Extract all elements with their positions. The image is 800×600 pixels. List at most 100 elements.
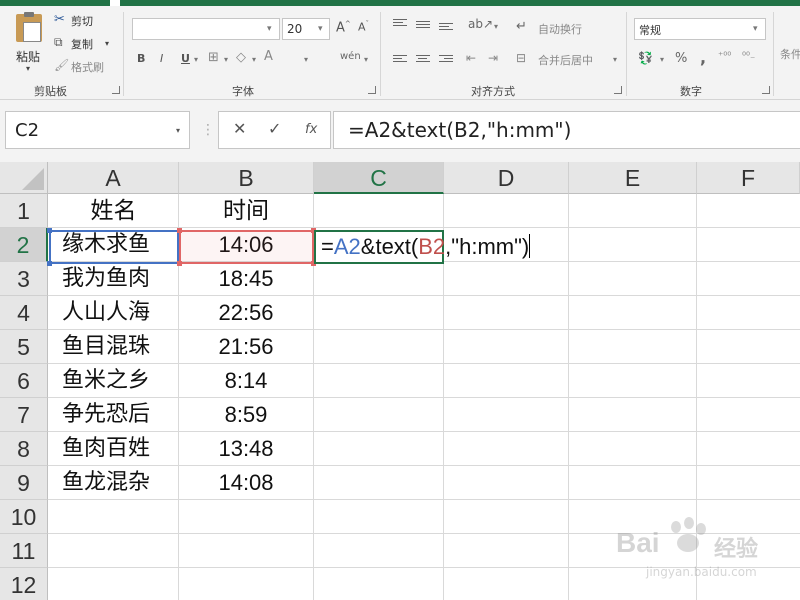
comma-style-button[interactable]: , [700, 48, 706, 67]
row-header-10[interactable]: 10 [0, 500, 48, 534]
cell-b6[interactable]: 8:14 [179, 364, 313, 398]
row-header-1[interactable]: 1 [0, 194, 48, 228]
column-header-f[interactable]: F [697, 162, 800, 194]
cell-b4[interactable]: 22:56 [179, 296, 313, 330]
align-middle-icon[interactable] [416, 21, 430, 31]
row-header-6[interactable]: 6 [0, 364, 48, 398]
row-header-8[interactable]: 8 [0, 432, 48, 466]
insert-function-icon[interactable]: fx [305, 123, 317, 136]
reference-handle[interactable] [47, 261, 52, 266]
column-header-d[interactable]: D [444, 162, 569, 194]
enter-icon[interactable]: ✓ [268, 121, 281, 137]
font-dialog-launcher[interactable] [368, 86, 376, 94]
cancel-icon[interactable]: ✕ [233, 121, 246, 137]
fill-color-dropdown-icon[interactable]: ▾ [252, 56, 256, 64]
cell-a6[interactable]: 鱼米之乡 [49, 364, 178, 398]
alignment-dialog-launcher[interactable] [614, 86, 622, 94]
row-header-11[interactable]: 11 [0, 534, 48, 568]
align-top-icon[interactable] [393, 19, 407, 29]
font-size-select[interactable]: 20 ▾ [282, 18, 330, 40]
font-name-select[interactable]: ▾ [132, 18, 280, 40]
clipboard-dialog-launcher[interactable] [112, 86, 120, 94]
phonetic-guide-icon[interactable]: wén [340, 52, 361, 62]
orientation-icon[interactable]: ab↗ [468, 18, 493, 30]
wrap-text-icon: ↵ [516, 19, 527, 34]
bold-button[interactable]: B [137, 52, 145, 65]
accounting-dropdown-icon[interactable]: ▾ [660, 56, 664, 64]
cell-a9[interactable]: 鱼龙混杂 [49, 466, 178, 500]
row-header-12[interactable]: 12 [0, 568, 48, 600]
fill-color-icon[interactable]: ◇ [236, 51, 246, 64]
copy-button[interactable]: ⧉ 复制 ▾ [54, 35, 114, 51]
wrap-text-button[interactable]: ↵ 自动换行 [516, 20, 611, 36]
orientation-dropdown-icon[interactable]: ▾ [494, 23, 498, 31]
align-bottom-icon[interactable] [439, 23, 453, 33]
row-header-7[interactable]: 7 [0, 398, 48, 432]
borders-dropdown-icon[interactable]: ▾ [224, 56, 228, 64]
text-caret [529, 234, 531, 258]
borders-icon[interactable]: ⊞ [208, 51, 219, 64]
reference-handle[interactable] [177, 228, 182, 233]
number-dialog-launcher[interactable] [762, 86, 770, 94]
font-color-dropdown-icon[interactable]: ▾ [304, 56, 308, 64]
paste-dropdown-icon[interactable]: ▾ [26, 65, 30, 73]
column-header-b[interactable]: B [179, 162, 314, 194]
cell-b9[interactable]: 14:08 [179, 466, 313, 500]
row-header-3[interactable]: 3 [0, 262, 48, 296]
cell-b7[interactable]: 8:59 [179, 398, 313, 432]
paste-button[interactable]: 粘贴 ▾ [8, 10, 50, 74]
font-color-icon[interactable]: A [264, 50, 273, 63]
name-box-dropdown-icon[interactable]: ▾ [176, 126, 180, 135]
row-header-9[interactable]: 9 [0, 466, 48, 500]
copy-dropdown-icon[interactable]: ▾ [105, 40, 109, 48]
column-header-e[interactable]: E [569, 162, 697, 194]
reference-handle[interactable] [47, 228, 52, 233]
row-header-2[interactable]: 2 [0, 228, 48, 262]
column-header-a[interactable]: A [48, 162, 179, 194]
conditional-formatting-button[interactable]: 条件 [780, 46, 800, 62]
accounting-format-icon[interactable]: 💱 [638, 52, 653, 64]
decrease-font-size-icon[interactable]: Aˇ [358, 21, 369, 33]
reference-handle[interactable] [177, 261, 182, 266]
merge-dropdown-icon[interactable]: ▾ [613, 56, 617, 64]
cell-a5[interactable]: 鱼目混珠 [49, 330, 178, 364]
row-header-5[interactable]: 5 [0, 330, 48, 364]
phonetic-dropdown-icon[interactable]: ▾ [364, 56, 368, 64]
decrease-indent-icon[interactable]: ⇤ [466, 52, 476, 64]
increase-decimal-icon[interactable]: ⁺⁰⁰ [718, 52, 731, 62]
decrease-decimal-icon[interactable]: ⁰⁰₋ [742, 52, 755, 62]
cell-a1[interactable]: 姓名 [49, 194, 178, 228]
select-all-button[interactable] [0, 162, 48, 194]
merge-center-button[interactable]: ⊟ 合并后居中 ▾ [516, 51, 626, 67]
align-left-icon[interactable] [393, 55, 407, 65]
cell-b5[interactable]: 21:56 [179, 330, 313, 364]
cell-b8[interactable]: 13:48 [179, 432, 313, 466]
format-painter-button[interactable]: 🖌 格式刷 [54, 58, 114, 74]
row-header-4[interactable]: 4 [0, 296, 48, 330]
cell-c2-editor[interactable]: =A2&text(B2,"h:mm") [314, 230, 531, 264]
underline-dropdown-icon[interactable]: ▾ [194, 56, 198, 64]
cell-a3[interactable]: 我为鱼肉 [49, 262, 178, 296]
cell-a8[interactable]: 鱼肉百姓 [49, 432, 178, 466]
name-box[interactable]: C2 [5, 111, 190, 149]
cut-button[interactable]: ✂ 剪切 [54, 12, 114, 28]
cell-b1[interactable]: 时间 [179, 194, 313, 228]
cell-b3[interactable]: 18:45 [179, 262, 313, 296]
merge-center-label: 合并后居中 [538, 54, 593, 67]
cell-a7[interactable]: 争先恐后 [49, 398, 178, 432]
underline-button[interactable]: U [181, 52, 190, 65]
percent-style-button[interactable]: % [675, 51, 687, 66]
group-separator [380, 12, 381, 96]
watermark-brand: Bai [616, 527, 660, 558]
italic-button[interactable]: I [160, 52, 163, 65]
column-header-c[interactable]: C [314, 162, 444, 194]
increase-indent-icon[interactable]: ⇥ [488, 52, 498, 64]
number-format-select[interactable]: 常规 ▾ [634, 18, 766, 40]
cell-a4[interactable]: 人山人海 [49, 296, 178, 330]
ribbon: 粘贴 ▾ ✂ 剪切 ⧉ 复制 ▾ 🖌 格式刷 剪贴板 ▾ 20 ▾ A^ Aˇ [0, 0, 800, 100]
formula-input[interactable]: =A2&text(B2,"h:mm") [333, 111, 800, 149]
align-right-icon[interactable] [439, 55, 453, 65]
font-size-dropdown-icon: ▾ [318, 24, 323, 34]
increase-font-size-icon[interactable]: A^ [336, 21, 351, 35]
align-center-icon[interactable] [416, 55, 430, 65]
